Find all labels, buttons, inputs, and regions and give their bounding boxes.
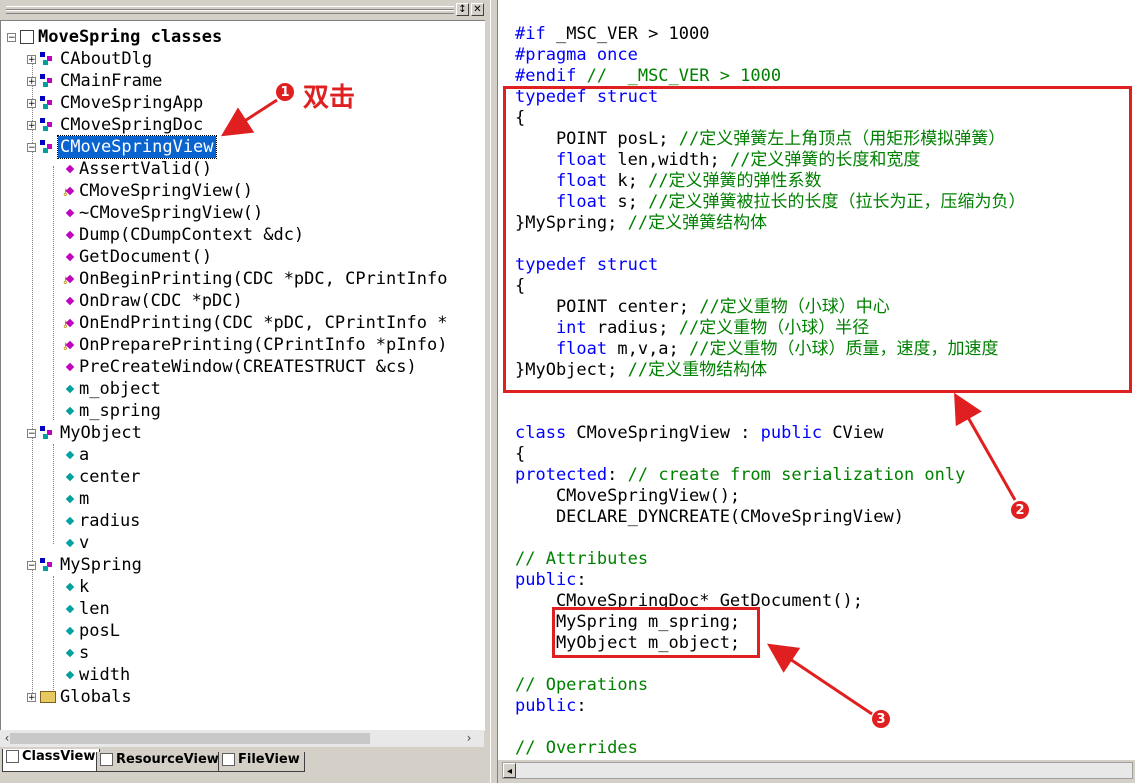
annotation-badge-1: 1: [275, 82, 295, 102]
arrow-2: [954, 392, 1017, 501]
annotation-note-1: 双击: [303, 83, 356, 113]
annotation-arrows: [220, 98, 1017, 716]
arrow-1: [220, 98, 278, 137]
annotation-badge-3: 3: [871, 709, 891, 729]
annotation-badge-2: 2: [1010, 500, 1030, 520]
arrow-3: [767, 643, 873, 716]
